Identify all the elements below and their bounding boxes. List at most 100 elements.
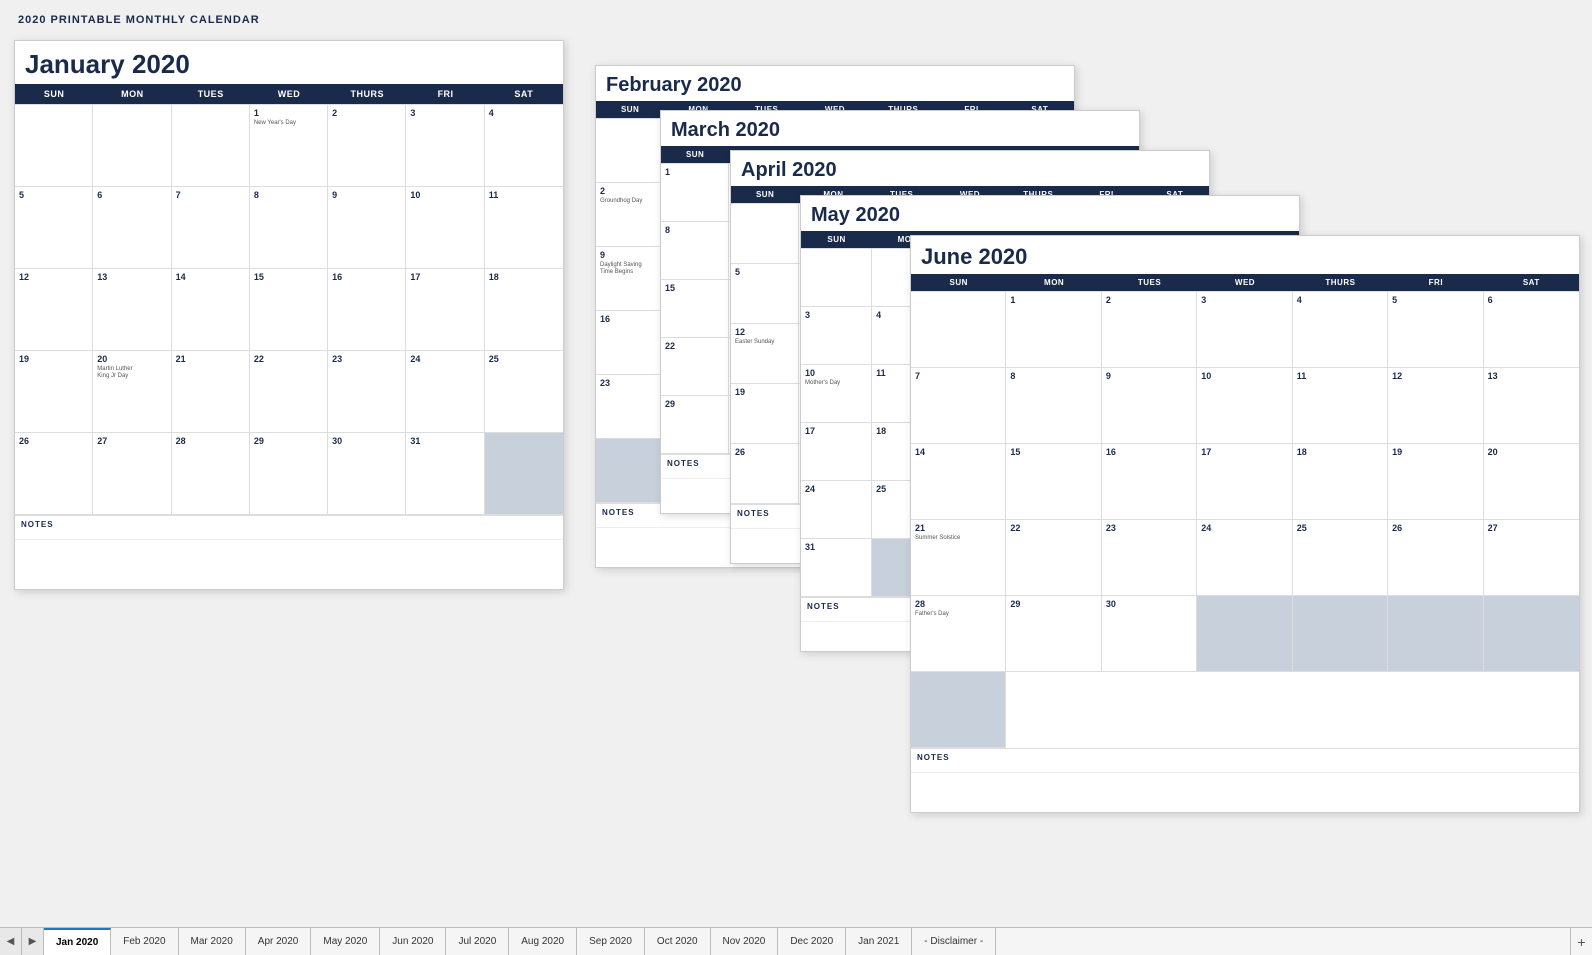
tab-aug-2020[interactable]: Aug 2020 <box>509 928 577 955</box>
table-row: 13 <box>93 269 171 351</box>
jan-hdr-mon: MON <box>93 84 171 104</box>
table-row: 18 <box>1293 444 1388 520</box>
tab-may-2020[interactable]: May 2020 <box>311 928 380 955</box>
tab-disclaimer[interactable]: - Disclaimer - <box>912 928 996 955</box>
table-row: 2 <box>328 105 406 187</box>
table-row: 12 <box>15 269 93 351</box>
mar-title: March 2020 <box>661 111 1139 146</box>
tab-jan-2020[interactable]: Jan 2020 <box>44 928 111 955</box>
tab-dec-2020[interactable]: Dec 2020 <box>778 928 846 955</box>
jan-hdr-wed: WED <box>250 84 328 104</box>
table-row: 13 <box>1484 368 1579 444</box>
tab-sep-2020[interactable]: Sep 2020 <box>577 928 645 955</box>
table-row <box>172 105 250 187</box>
table-row: 23 <box>328 351 406 433</box>
main-calendar-area: 2020 PRINTABLE MONTHLY CALENDAR January … <box>0 0 1592 927</box>
page-title: 2020 PRINTABLE MONTHLY CALENDAR <box>18 14 260 26</box>
table-row: 7 <box>911 368 1006 444</box>
table-row: 19 <box>731 384 799 444</box>
jun-notes: NOTES <box>911 748 1579 772</box>
table-row: 23 <box>1102 520 1197 596</box>
may-title: May 2020 <box>801 196 1299 231</box>
jan-hdr-thu: THURS <box>328 84 406 104</box>
table-row: 22 <box>250 351 328 433</box>
jan-header: SUN MON TUES WED THURS FRI SAT <box>15 84 563 104</box>
table-row: 2Groundhog Day <box>596 183 664 247</box>
table-row: 5 <box>731 264 799 324</box>
table-row <box>1197 596 1292 672</box>
table-row: 17 <box>801 423 872 481</box>
table-row: 15 <box>250 269 328 351</box>
tab-mar-2020[interactable]: Mar 2020 <box>179 928 246 955</box>
table-row: 19 <box>15 351 93 433</box>
table-row: 16 <box>596 311 664 375</box>
table-row: 19 <box>1388 444 1483 520</box>
tab-jan-2021[interactable]: Jan 2021 <box>846 928 912 955</box>
table-row: 1 <box>661 164 729 222</box>
table-row: 14 <box>172 269 250 351</box>
table-row: 10 <box>1197 368 1292 444</box>
table-row <box>596 439 664 503</box>
table-row: 18 <box>485 269 563 351</box>
jun-header: SUN MON TUES WED THURS FRI SAT <box>911 274 1579 291</box>
table-row: 9 <box>1102 368 1197 444</box>
table-row: 17 <box>1197 444 1292 520</box>
tab-nav-right[interactable]: ▶ <box>22 928 44 955</box>
table-row: 7 <box>172 187 250 269</box>
tab-nav-left[interactable]: ◀ <box>0 928 22 955</box>
table-row: 8 <box>250 187 328 269</box>
table-row: 5 <box>15 187 93 269</box>
jan-hdr-fri: FRI <box>406 84 484 104</box>
apr-title: April 2020 <box>731 151 1209 186</box>
tab-jul-2020[interactable]: Jul 2020 <box>446 928 509 955</box>
tab-oct-2020[interactable]: Oct 2020 <box>645 928 711 955</box>
table-row <box>1484 596 1579 672</box>
table-row: 28Father's Day <box>911 596 1006 672</box>
table-row: 9 <box>328 187 406 269</box>
table-row: 10Mother's Day <box>801 365 872 423</box>
table-row: 16 <box>328 269 406 351</box>
table-row: 3 <box>406 105 484 187</box>
tab-nov-2020[interactable]: Nov 2020 <box>711 928 779 955</box>
table-row: 11 <box>1293 368 1388 444</box>
calendar-june: June 2020 SUN MON TUES WED THURS FRI SAT… <box>910 235 1580 813</box>
table-row: 15 <box>1006 444 1101 520</box>
table-row: 1 <box>1006 292 1101 368</box>
table-row: 6 <box>1484 292 1579 368</box>
table-row: 1New Year's Day <box>250 105 328 187</box>
table-row: 26 <box>731 444 799 504</box>
table-row: 3 <box>1197 292 1292 368</box>
tab-jun-2020[interactable]: Jun 2020 <box>380 928 446 955</box>
table-row <box>911 672 1006 748</box>
table-row: 31 <box>406 433 484 515</box>
table-row: 5 <box>1388 292 1483 368</box>
table-row <box>911 292 1006 368</box>
table-row: 26 <box>15 433 93 515</box>
jan-title: January 2020 <box>15 41 563 84</box>
tab-apr-2020[interactable]: Apr 2020 <box>246 928 312 955</box>
table-row <box>15 105 93 187</box>
table-row: 12Easter Sunday <box>731 324 799 384</box>
table-row: 16 <box>1102 444 1197 520</box>
table-row: 23 <box>596 375 664 439</box>
table-row: 12 <box>1388 368 1483 444</box>
table-row: 8 <box>1006 368 1101 444</box>
table-row: 25 <box>1293 520 1388 596</box>
table-row: 24 <box>801 481 872 539</box>
jan-hdr-tue: TUES <box>172 84 250 104</box>
table-row: 9Daylight SavingTime Begins <box>596 247 664 311</box>
table-row: 21Summer Solstice <box>911 520 1006 596</box>
tab-add-button[interactable]: + <box>1570 928 1592 955</box>
calendar-january: January 2020 SUN MON TUES WED THURS FRI … <box>14 40 564 590</box>
table-row: 29 <box>1006 596 1101 672</box>
table-row: 30 <box>1102 596 1197 672</box>
table-row: 8 <box>661 222 729 280</box>
table-row: 10 <box>406 187 484 269</box>
table-row: 27 <box>1484 520 1579 596</box>
table-row: 28 <box>172 433 250 515</box>
feb-title: February 2020 <box>596 66 1074 101</box>
tab-feb-2020[interactable]: Feb 2020 <box>111 928 178 955</box>
table-row: 24 <box>406 351 484 433</box>
table-row <box>1388 596 1483 672</box>
jan-grid: 1New Year's Day 2 3 4 5 6 7 8 9 10 11 12… <box>15 104 563 515</box>
